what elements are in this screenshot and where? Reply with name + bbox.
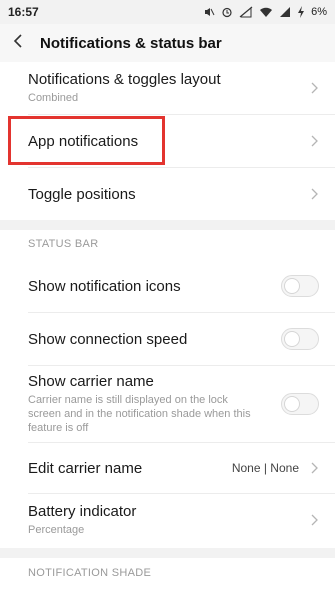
carrier-name-toggle[interactable] [281, 393, 319, 415]
toggle-knob [284, 396, 300, 412]
row-show-notification-icons[interactable]: Show notification icons [0, 260, 335, 312]
charging-icon [297, 6, 305, 18]
row-notifications-toggles-layout[interactable]: Notifications & toggles layout Combined [0, 62, 335, 114]
signal-off-icon [239, 6, 253, 18]
row-show-connection-speed[interactable]: Show connection speed [0, 313, 335, 365]
row-subtitle: Carrier name is still displayed on the l… [28, 394, 251, 434]
back-arrow-icon [12, 33, 24, 54]
status-bar: 16:57 6% [0, 0, 335, 24]
toggle-knob [284, 331, 300, 347]
row-title: Show connection speed [28, 330, 188, 348]
chevron-right-icon [309, 135, 319, 147]
row-edit-carrier-name[interactable]: Edit carrier name None | None [0, 443, 335, 493]
row-title: Toggle positions [28, 185, 136, 203]
connection-speed-toggle[interactable] [281, 328, 319, 350]
chevron-right-icon [309, 462, 319, 474]
status-icons: 6% [203, 6, 327, 18]
chevron-right-icon [309, 82, 319, 94]
battery-percent: 6% [311, 6, 327, 18]
page-title: Notifications & status bar [40, 34, 222, 52]
wifi-icon [259, 6, 273, 18]
app-bar: Notifications & status bar [0, 24, 335, 62]
notification-icons-toggle[interactable] [281, 275, 319, 297]
section-gap [0, 220, 335, 230]
toggle-knob [284, 278, 300, 294]
row-title: Edit carrier name [28, 459, 143, 477]
back-button[interactable] [0, 24, 36, 62]
row-subtitle: Combined [28, 92, 79, 104]
row-title: Battery indicator [28, 503, 137, 520]
row-toggle-positions[interactable]: Toggle positions [0, 168, 335, 220]
row-title: Show notification icons [28, 277, 181, 295]
chevron-right-icon [309, 188, 319, 200]
section-header-notification-shade: NOTIFICATION SHADE [28, 567, 152, 579]
status-time: 16:57 [8, 5, 39, 19]
carrier-name-value: None | None [231, 461, 299, 475]
mute-icon [203, 6, 215, 18]
row-title: Show carrier name [28, 373, 154, 390]
section-header-status-bar: STATUS BAR [28, 238, 99, 250]
cellular-icon [279, 6, 291, 18]
chevron-right-icon [309, 514, 319, 526]
row-subtitle: Percentage [28, 524, 85, 536]
row-show-carrier-name[interactable]: Show carrier name Carrier name is still … [0, 366, 335, 442]
row-title: Notifications & toggles layout [28, 71, 221, 88]
section-gap [0, 548, 335, 558]
row-battery-indicator[interactable]: Battery indicator Percentage [0, 494, 335, 546]
highlight-box [8, 116, 165, 165]
alarm-icon [221, 6, 233, 18]
